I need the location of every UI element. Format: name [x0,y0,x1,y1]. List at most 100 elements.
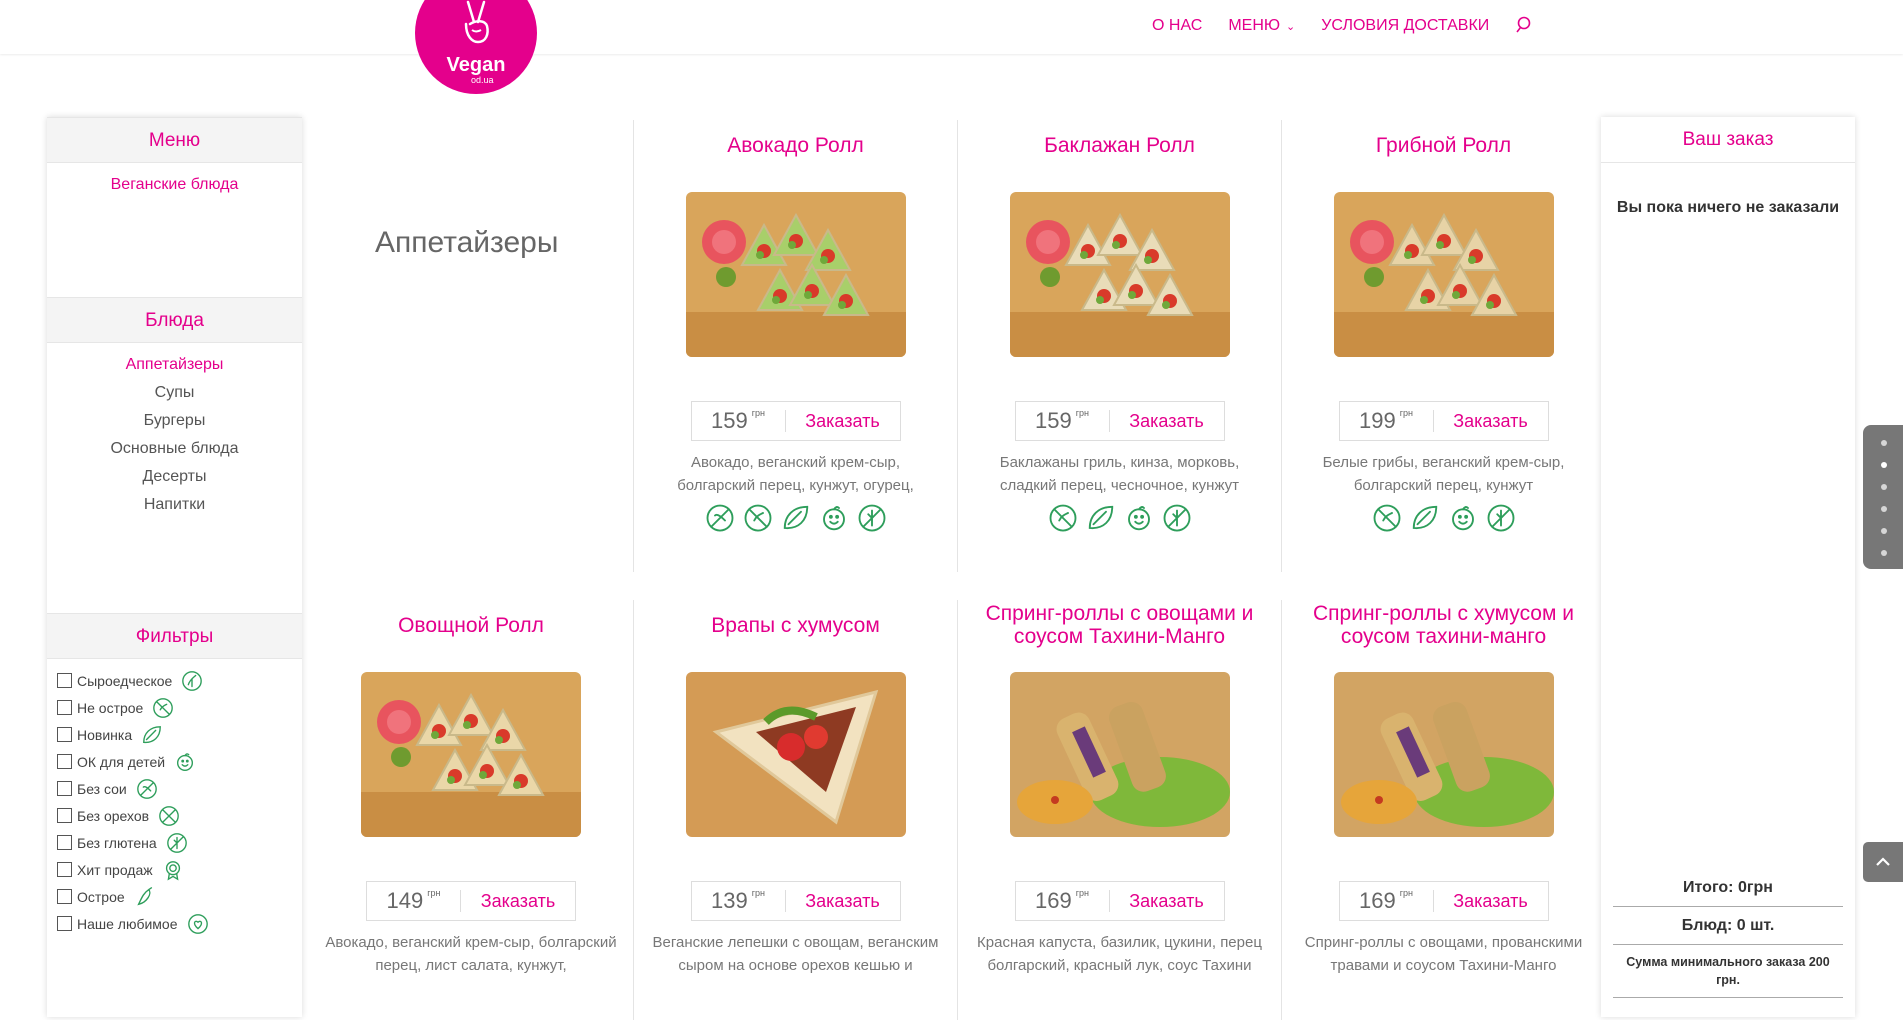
product-price: 169 грн [1016,888,1110,913]
nav-delivery[interactable]: УСЛОВИЯ ДОСТАВКИ [1321,17,1489,35]
product-name[interactable]: Грибной Ролл [1282,120,1605,170]
dish-category-soups[interactable]: Супы [47,379,302,407]
filter-checkbox[interactable] [57,781,72,796]
filter-option[interactable]: Без глютена [57,829,302,856]
product-photo[interactable] [1009,672,1230,837]
order-button[interactable]: Заказать [1110,411,1224,432]
dot-nav-item[interactable] [1881,550,1887,556]
filter-checkbox[interactable] [57,700,72,715]
product-photo[interactable] [685,192,906,357]
dishes-title: Блюда [47,297,302,343]
filter-option[interactable]: Без орехов [57,802,302,829]
dish-category-burgers[interactable]: Бургеры [47,407,302,435]
dish-category-mains[interactable]: Основные блюда [47,435,302,463]
product-name[interactable]: Спринг-роллы с овощами и соусом Тахини-М… [958,600,1281,650]
kids-ok-icon [174,751,196,773]
product-photo[interactable] [1009,192,1230,357]
currency-label: грн [427,888,441,898]
order-button[interactable]: Заказать [786,411,900,432]
nav-about[interactable]: О НАС [1152,17,1202,35]
dish-category-appetizers[interactable]: Аппетайзеры [47,351,302,379]
product-photo[interactable] [361,672,581,837]
raw-food-icon [181,670,203,692]
currency-label: грн [1075,888,1089,898]
filter-checkbox[interactable] [57,889,72,904]
not-spicy-icon [152,697,174,719]
product-photo[interactable] [685,672,906,837]
order-button[interactable]: Заказать [461,891,575,912]
filter-checkbox[interactable] [57,808,72,823]
nav-delivery-label: УСЛОВИЯ ДОСТАВКИ [1321,17,1490,34]
order-button[interactable]: Заказать [1434,891,1548,912]
filter-checkbox[interactable] [57,727,72,742]
product-price: 169 грн [1340,888,1434,913]
new-leaf-icon [781,503,811,533]
product-description: Спринг-роллы с овощами, прованскими трав… [1304,934,1583,974]
dot-nav-item[interactable] [1881,506,1887,512]
product-name[interactable]: Авокадо Ролл [634,120,957,170]
bestseller-icon [162,859,184,881]
product-description: Авокадо, веганский крем-сыр, болгарский … [325,934,617,974]
chevron-up-icon [1876,857,1890,866]
brand-name: Vegan [446,54,506,76]
brand-sub: od.ua [471,75,494,85]
filter-label: Без орехов [77,807,150,824]
order-totals: Итого: 0грн Блюд: 0 шт. Сумма минимально… [1613,869,1843,998]
brand-logo[interactable]: Vegan od.ua [415,0,537,94]
new-leaf-icon [1410,503,1440,533]
search-icon[interactable] [1515,16,1535,36]
filter-checkbox[interactable] [57,835,72,850]
filter-option[interactable]: Наше любимое [57,910,302,937]
product-name[interactable]: Баклажан Ролл [958,120,1281,170]
filter-checkbox[interactable] [57,754,72,769]
product-card: Врапы с хумусом 139 грн Заказать Веганские л… [633,600,957,1020]
not-spicy-icon [743,503,773,533]
nav-menu[interactable]: МЕНЮ ⌄ [1228,17,1295,35]
product-name[interactable]: Врапы с хумусом [634,600,957,650]
spicy-icon [134,886,156,908]
product-card: Баклажан Ролл 159 грн Заказать Баклажаны гри… [957,120,1281,572]
filter-label: ОК для детей [77,753,166,770]
dishes-list: Аппетайзеры Супы Бургеры Основные блюда … [47,343,302,613]
product-name[interactable]: Спринг-роллы с хумусом и соусом тахини-м… [1282,600,1605,650]
product-badges [1282,503,1605,533]
not-spicy-icon [1048,503,1078,533]
not-spicy-icon [1372,503,1402,533]
dot-nav-item[interactable] [1881,484,1887,490]
product-buy-box: 139 грн Заказать [690,881,901,921]
currency-label: грн [1075,408,1089,418]
menu-item-vegan[interactable]: Веганские блюда [47,171,302,199]
order-button[interactable]: Заказать [1434,411,1548,432]
nav-menu-label: МЕНЮ [1228,17,1281,34]
dot-nav-item-active[interactable] [1881,462,1887,468]
filter-option[interactable]: Хит продаж [57,856,302,883]
filters-list: Сыроедческое Не острое Новинка ОК для детей… [47,659,302,937]
product-buy-box: 159 грн Заказать [1014,401,1225,441]
product-name[interactable]: Овощной Ролл [309,600,633,650]
order-button[interactable]: Заказать [786,891,900,912]
order-button[interactable]: Заказать [1110,891,1224,912]
filter-option[interactable]: Сыроедческое [57,667,302,694]
filter-option[interactable]: ОК для детей [57,748,302,775]
product-description: Баклажаны гриль, кинза, морковь, сладкий… [999,454,1240,494]
filter-label: Наше любимое [77,915,178,932]
filter-label: Без глютена [77,834,157,851]
dish-category-desserts[interactable]: Десерты [47,463,302,491]
product-photo[interactable] [1333,672,1554,837]
filter-option[interactable]: Острое [57,883,302,910]
filter-option[interactable]: Без сои [57,775,302,802]
back-to-top-button[interactable] [1863,842,1903,882]
dot-nav-item[interactable] [1881,440,1887,446]
filter-option[interactable]: Не острое [57,694,302,721]
filter-option[interactable]: Новинка [57,721,302,748]
filter-checkbox[interactable] [57,673,72,688]
currency-label: грн [1399,408,1413,418]
main-nav: О НАС МЕНЮ ⌄ УСЛОВИЯ ДОСТАВКИ [1152,16,1535,36]
dot-nav-item[interactable] [1881,528,1887,534]
new-leaf-icon [141,724,163,746]
filter-checkbox[interactable] [57,862,72,877]
product-photo[interactable] [1333,192,1554,357]
filter-checkbox[interactable] [57,916,72,931]
dish-category-drinks[interactable]: Напитки [47,491,302,519]
no-soy-icon [136,778,158,800]
